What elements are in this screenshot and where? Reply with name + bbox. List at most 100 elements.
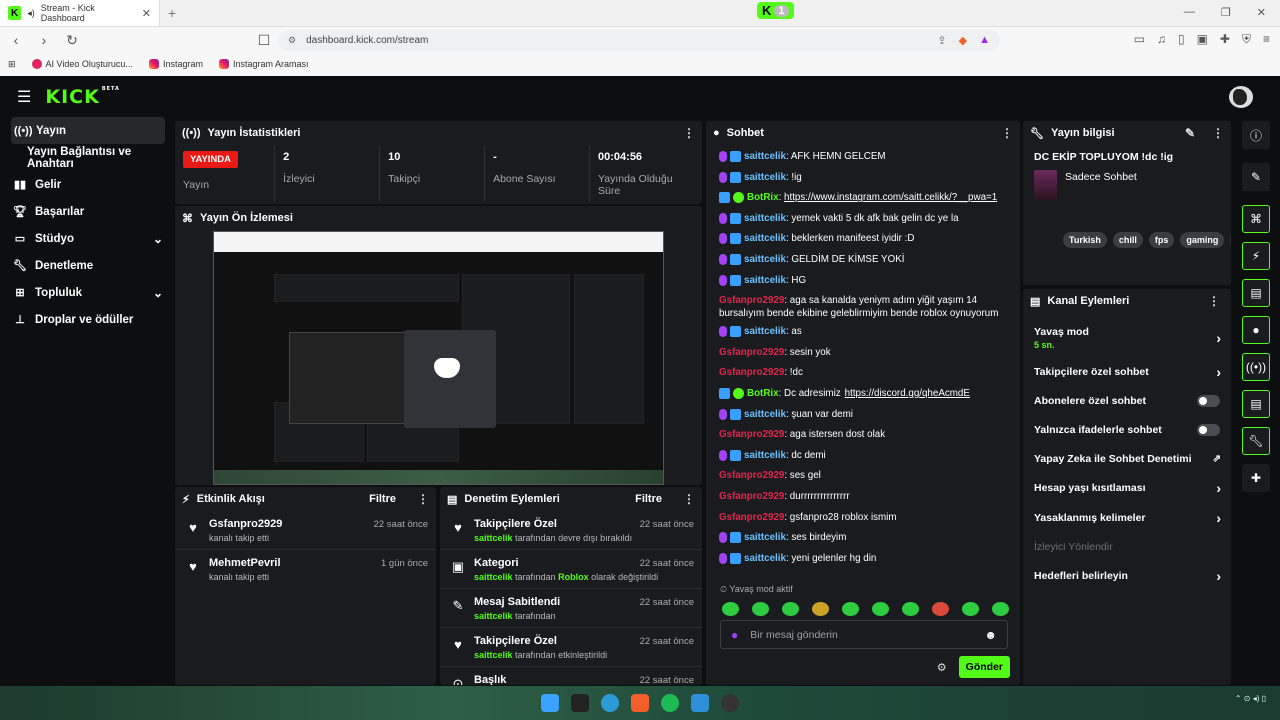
chat-username[interactable]: Gsfanpro2929 [719, 367, 784, 378]
emote-icon[interactable] [842, 602, 859, 616]
emoji-picker-icon[interactable]: ☻ [984, 628, 997, 642]
mod-actor[interactable]: saittcelik [474, 533, 513, 543]
site-info-icon[interactable]: ⚙ [288, 35, 296, 46]
reader-icon[interactable]: ▭ [1134, 32, 1145, 47]
brave-shield-icon[interactable]: ◆ [959, 34, 967, 47]
tag[interactable]: Turkish [1063, 232, 1107, 248]
emote-icon[interactable] [752, 602, 769, 616]
chat-username[interactable]: saittcelik [744, 326, 786, 337]
vpn-icon[interactable]: ⛨ [1242, 32, 1251, 47]
send-button[interactable]: Gönder [958, 656, 1010, 678]
mod-actor[interactable]: saittcelik [474, 611, 513, 621]
document-icon[interactable]: ▤ [1242, 279, 1270, 307]
bookmark-instagram[interactable]: Instagram [148, 59, 203, 69]
sidebar-item-droplar[interactable]: ⊥ Droplar ve ödüller [3, 306, 173, 333]
back-icon[interactable]: ‹ [8, 32, 24, 48]
action-banned-words[interactable]: Yasaklanmış kelimeler › [1023, 503, 1231, 532]
bookmark-instagram-search[interactable]: Instagram Araması [218, 59, 309, 69]
mod-actor[interactable]: saittcelik [474, 650, 513, 660]
preview-toggle-icon[interactable]: ⌘ [1242, 205, 1270, 233]
channel-actions-icon[interactable]: ▤ [1242, 390, 1270, 418]
sidebar-item-studyo[interactable]: ▭ Stüdyo ⌄ [3, 225, 173, 252]
broadcast-icon[interactable]: ((•)) [1242, 353, 1270, 381]
category-name[interactable]: Sadece Sohbet [1065, 170, 1137, 200]
gear-icon[interactable]: ⚙ [937, 661, 947, 674]
more-options-icon[interactable]: ⋮ [683, 492, 695, 506]
emotes-only-toggle[interactable] [1197, 423, 1220, 436]
chat-username[interactable]: saittcelik [744, 553, 786, 564]
edge-icon[interactable] [601, 694, 619, 712]
window-close-icon[interactable]: ✕ [1257, 6, 1266, 19]
chat-username[interactable]: Gsfanpro2929 [719, 295, 784, 306]
capture-app-icon[interactable] [571, 694, 589, 712]
bookmark-ai-video[interactable]: AI Video Oluşturucu... [31, 59, 133, 69]
edit-icon[interactable]: ✎ [1185, 126, 1195, 140]
menu-icon[interactable]: ≡ [1263, 32, 1270, 47]
stream-preview-video[interactable] [213, 231, 664, 485]
emote-icon[interactable] [962, 602, 979, 616]
brave-icon[interactable] [631, 694, 649, 712]
chat-username[interactable]: Gsfanpro2929 [719, 347, 784, 358]
more-options-icon[interactable]: ⋮ [683, 126, 695, 140]
emote-icon[interactable] [902, 602, 919, 616]
tray-icons[interactable]: ⌃ ⊙ ◂) ▯ [1235, 694, 1266, 703]
sidebar-item-basarilar[interactable]: 🏆︎ Başarılar [3, 198, 173, 225]
browser-tab[interactable]: K ◂) Stream - Kick Dashboard ✕ [0, 0, 160, 26]
chat-username[interactable]: saittcelik [744, 409, 786, 420]
spotify-icon[interactable] [661, 694, 679, 712]
kick-logo[interactable]: KICK BETA [45, 86, 120, 108]
chat-username[interactable]: Gsfanpro2929 [719, 470, 784, 481]
chat-link[interactable]: https://discord.gg/qheAcmdE [845, 388, 970, 399]
chat-username[interactable]: Gsfanpro2929 [719, 512, 784, 523]
chat-username[interactable]: saittcelik [744, 532, 786, 543]
wrench-icon[interactable]: 🔧︎ [1242, 427, 1270, 455]
action-account-age[interactable]: Hesap yaşı kısıtlaması › [1023, 474, 1231, 503]
info-icon[interactable]: ⓘ [1242, 121, 1270, 149]
sidebar-item-gelir[interactable]: ▮▮ Gelir [3, 171, 173, 198]
tag[interactable]: gaming [1180, 232, 1225, 248]
lightning-icon[interactable]: ⚡︎ [1242, 242, 1270, 270]
chat-username[interactable]: BotRix [747, 388, 779, 399]
action-goals[interactable]: Hedefleri belirleyin › [1023, 561, 1231, 590]
mod-category[interactable]: Roblox [558, 572, 589, 582]
edit-icon[interactable]: ✎ [1242, 163, 1270, 191]
extension-badge[interactable]: K1 [757, 2, 794, 19]
filter-button[interactable]: Filtre [635, 493, 662, 505]
bookmark-icon[interactable]: ☐ [256, 32, 272, 49]
emote-icon[interactable] [722, 602, 739, 616]
url-bar[interactable]: ⚙ dashboard.kick.com/stream ⇪ ◆ ▲ [278, 30, 1000, 51]
chat-username[interactable]: saittcelik [744, 213, 786, 224]
tag[interactable]: fu [1230, 232, 1231, 248]
chat-link[interactable]: https://www.instagram.com/saitt.celikk/?… [784, 192, 997, 203]
action-ai-moderation[interactable]: Yapay Zeka ile Sohbet Denetimi ⇗ [1023, 445, 1231, 474]
rewards-icon[interactable]: ▲ [979, 34, 990, 47]
obs-icon[interactable] [721, 694, 739, 712]
mod-actor[interactable]: saittcelik [474, 572, 513, 582]
reload-icon[interactable]: ↻ [64, 32, 80, 49]
chat-username[interactable]: BotRix [747, 192, 779, 203]
chat-username[interactable]: saittcelik [744, 172, 786, 183]
sidebar-item-denetleme[interactable]: 🔧︎ Denetleme [3, 252, 173, 279]
chat-username[interactable]: Gsfanpro2929 [719, 429, 784, 440]
restore-icon[interactable]: ❐ [1221, 6, 1231, 19]
new-tab-button[interactable]: + [168, 5, 176, 21]
chat-username[interactable]: saittcelik [744, 233, 786, 244]
windows-start-icon[interactable] [541, 694, 559, 712]
stream-app-icon[interactable] [691, 694, 709, 712]
puzzle-icon[interactable]: ✚ [1220, 32, 1230, 47]
chat-input-placeholder[interactable]: Bir mesaj gönderin [750, 629, 972, 641]
more-options-icon[interactable]: ⋮ [417, 492, 429, 506]
chat-username[interactable]: saittcelik [744, 254, 786, 265]
chat-bubble-icon[interactable]: ● [1242, 316, 1270, 344]
tag[interactable]: chill [1112, 232, 1143, 248]
emote-icon[interactable] [812, 602, 829, 616]
music-icon[interactable]: ♫ [1157, 32, 1166, 47]
sidebar-item-topluluk[interactable]: ⊞ Topluluk ⌄ [3, 279, 173, 306]
filter-button[interactable]: Filtre [369, 493, 396, 505]
chat-username[interactable]: saittcelik [744, 151, 786, 162]
tag[interactable]: fps [1148, 232, 1175, 248]
emote-icon[interactable] [932, 602, 949, 616]
chat-username[interactable]: saittcelik [744, 450, 786, 461]
chat-input[interactable]: ● Bir mesaj gönderin ☻ [720, 620, 1008, 649]
close-tab-icon[interactable]: ✕ [142, 7, 151, 20]
